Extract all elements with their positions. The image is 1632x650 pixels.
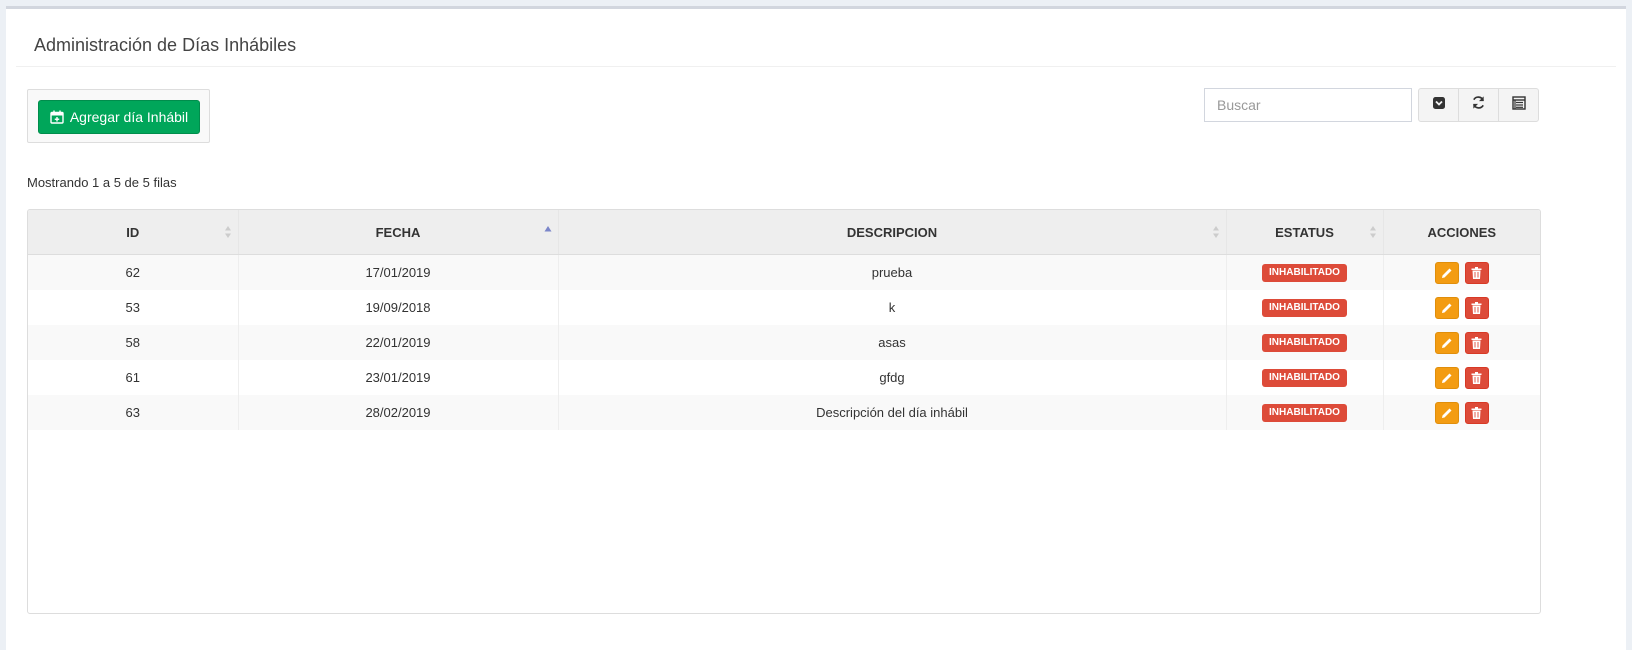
cell-id: 62 [125, 265, 140, 280]
header-fecha[interactable]: FECHA [237, 210, 558, 255]
trash-icon [1471, 266, 1482, 279]
trash-icon [1471, 406, 1482, 419]
header-id-label: ID [126, 224, 140, 240]
delete-button[interactable] [1464, 296, 1489, 319]
toolbar: Agregar día Inhábil [27, 89, 210, 143]
header-estatus[interactable]: ESTATUS [1225, 210, 1383, 255]
search-input[interactable] [1204, 88, 1412, 122]
header-fecha-label: FECHA [375, 224, 421, 240]
header-estatus-label: ESTATUS [1275, 224, 1334, 240]
pencil-icon [1441, 303, 1452, 313]
sort-both-icon [1369, 226, 1376, 238]
status-badge: INHABILITADO [1262, 264, 1347, 282]
cell-fecha: 28/02/2019 [237, 395, 558, 430]
edit-button[interactable] [1434, 296, 1459, 319]
sort-asc-icon [544, 226, 551, 232]
refresh-button[interactable] [1458, 88, 1499, 122]
status-badge: INHABILITADO [1262, 404, 1347, 422]
trash-icon [1471, 301, 1482, 314]
trash-icon [1471, 371, 1482, 384]
edit-button[interactable] [1434, 331, 1459, 354]
cell-descripcion: asas [557, 325, 1226, 360]
box-header: Administración de Días Inhábiles [16, 9, 1616, 67]
pencil-icon [1441, 408, 1452, 418]
cell-id: 58 [125, 335, 140, 350]
delete-button[interactable] [1464, 401, 1489, 424]
cell-estatus: INHABILITADO [1225, 395, 1383, 430]
cell-acciones [1382, 395, 1540, 430]
cell-acciones [1382, 360, 1540, 395]
pencil-icon [1441, 373, 1452, 383]
delete-button[interactable] [1464, 261, 1489, 284]
toggle-view-button[interactable] [1418, 88, 1459, 122]
table-row: 63 28/02/2019 Descripción del día inhábi… [28, 395, 1540, 430]
delete-button[interactable] [1464, 366, 1489, 389]
sort-both-icon [1212, 226, 1219, 238]
main-box: Administración de Días Inhábiles Agregar… [6, 6, 1626, 650]
cell-estatus: INHABILITADO [1225, 254, 1383, 290]
add-holiday-button[interactable]: Agregar día Inhábil [38, 100, 200, 134]
delete-button[interactable] [1464, 331, 1489, 354]
add-holiday-label: Agregar día Inhábil [69, 109, 189, 125]
cell-acciones [1382, 290, 1540, 325]
table-row: 53 19/09/2018 k INHABILITADO [28, 290, 1540, 325]
edit-button[interactable] [1434, 401, 1459, 424]
cell-acciones [1382, 325, 1540, 360]
toggle-icon [1432, 96, 1446, 115]
header-descripcion-label: DESCRIPCION [846, 224, 938, 240]
status-badge: INHABILITADO [1262, 369, 1347, 387]
sort-both-icon [224, 226, 231, 238]
cell-acciones [1382, 254, 1540, 290]
header-descripcion[interactable]: DESCRIPCION [557, 210, 1226, 255]
cell-descripcion: k [557, 290, 1226, 325]
table-row: 62 17/01/2019 prueba INHABILITADO [28, 254, 1540, 290]
cell-fecha: 17/01/2019 [237, 254, 558, 290]
edit-button[interactable] [1434, 366, 1459, 389]
cell-estatus: INHABILITADO [1225, 325, 1383, 360]
pencil-icon [1441, 268, 1452, 278]
cell-fecha: 23/01/2019 [237, 360, 558, 395]
cell-descripcion: Descripción del día inhábil [557, 395, 1226, 430]
table-row: 61 23/01/2019 gfdg INHABILITADO [28, 360, 1540, 395]
cell-id: 53 [125, 300, 140, 315]
table-tools [1418, 88, 1539, 122]
columns-button[interactable] [1498, 88, 1539, 122]
header-acciones-label: ACCIONES [1427, 224, 1497, 240]
holidays-table: ID FECHA DESCRIPCION ESTATUS ACCIONES 62… [27, 209, 1541, 614]
cell-id: 61 [125, 370, 140, 385]
header-id[interactable]: ID [28, 210, 238, 255]
status-badge: INHABILITADO [1262, 299, 1347, 317]
cell-fecha: 22/01/2019 [237, 325, 558, 360]
page-title: Administración de Días Inhábiles [34, 35, 297, 55]
cell-id: 63 [125, 405, 140, 420]
cell-fecha: 19/09/2018 [237, 290, 558, 325]
columns-icon [1511, 95, 1526, 115]
cell-descripcion: prueba [557, 254, 1226, 290]
trash-icon [1471, 336, 1482, 349]
cell-estatus: INHABILITADO [1225, 290, 1383, 325]
cell-descripcion: gfdg [557, 360, 1226, 395]
calendar-plus-icon [50, 110, 64, 124]
pagination-info: Mostrando 1 a 5 de 5 filas [27, 175, 177, 190]
pencil-icon [1441, 338, 1452, 348]
table-row: 58 22/01/2019 asas INHABILITADO [28, 325, 1540, 360]
refresh-icon [1471, 95, 1486, 115]
header-acciones: ACCIONES [1382, 210, 1540, 255]
edit-button[interactable] [1434, 261, 1459, 284]
cell-estatus: INHABILITADO [1225, 360, 1383, 395]
status-badge: INHABILITADO [1262, 334, 1347, 352]
